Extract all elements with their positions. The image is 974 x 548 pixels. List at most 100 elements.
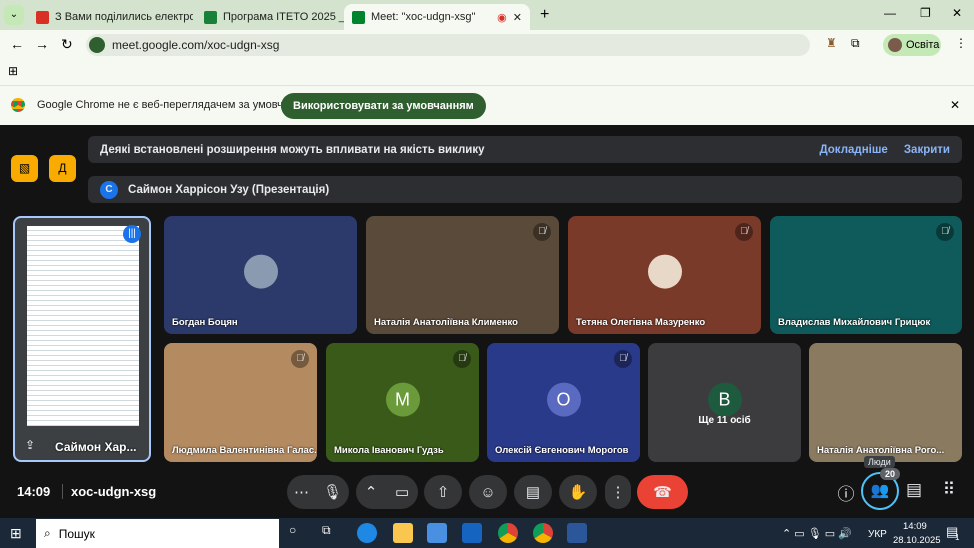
mic-muted-icon: 🎙̸ <box>291 350 309 368</box>
avatar: О <box>546 382 581 417</box>
avatar: М <box>385 382 420 417</box>
presentation-banner[interactable]: С Саймон Харрісон Узу (Презентація) <box>88 176 962 203</box>
participant-name: Богдан Боцян <box>172 317 238 328</box>
tab-sheets[interactable]: Програма ITETO 2025 _драфт -✕ <box>196 4 346 30</box>
tab-meet[interactable]: Meet: "xoc-udgn-xsg" ◉ ✕ <box>344 4 530 30</box>
taskbar-search[interactable]: ⌕ Пошук <box>36 519 279 548</box>
more-participants-label: Ще 11 осіб <box>698 415 751 426</box>
participant-tile[interactable]: Людмила Валентинівна Галас... 🎙̸ <box>164 343 317 462</box>
participant-name: Микола Іванович Гудзь <box>334 445 444 456</box>
participant-name: Людмила Валентинівна Галас... <box>172 445 317 456</box>
chevron-up-icon: ⌃ <box>364 484 378 501</box>
close-icon[interactable]: ✕ <box>513 11 522 24</box>
mic-muted-icon: 🎙̸ <box>735 223 753 241</box>
site-info-icon[interactable] <box>89 37 105 53</box>
avatar <box>243 254 278 289</box>
participant-tile[interactable]: В Ще 11 осіб <box>648 343 801 462</box>
info-icon[interactable]: ⓘ <box>834 480 858 505</box>
system-tray-icons[interactable]: ⌃ ▭ 🎙 ▭ 🔊 <box>782 527 852 540</box>
emoji-icon: ☺ <box>480 483 496 501</box>
store-icon[interactable] <box>427 523 447 543</box>
end-call-icon: ☎ <box>653 484 672 501</box>
captions-button[interactable]: ▤ <box>514 475 552 509</box>
address-bar[interactable]: meet.google.com/xoc-udgn-xsg <box>86 34 810 56</box>
side-button-2[interactable]: Д <box>49 155 76 182</box>
captions-icon: ▤ <box>525 484 541 501</box>
minimize-button[interactable]: — <box>884 6 896 20</box>
activities-grid-icon[interactable]: ⠿ <box>937 480 961 500</box>
participant-name: Наталія Анатоліївна Клименко <box>374 317 518 328</box>
edge-icon[interactable] <box>357 523 377 543</box>
tab-search-button[interactable]: ⌄ <box>4 5 24 25</box>
learn-more-link[interactable]: Докладніше <box>819 144 887 156</box>
extension-icon[interactable]: ♜ <box>826 36 837 50</box>
start-icon[interactable]: ⊞ <box>10 525 22 542</box>
participant-name: Олексій Євгенович Морогов <box>495 445 629 456</box>
presentation-tile[interactable]: ||| Саймон Хар... ⇪ <box>13 216 151 462</box>
new-tab-button[interactable]: + <box>540 6 549 24</box>
gmail-icon <box>36 10 49 24</box>
file-explorer-icon[interactable] <box>393 523 413 543</box>
reload-icon[interactable]: ↻ <box>61 36 73 53</box>
leave-call-button[interactable]: ☎ <box>637 475 688 509</box>
people-icon: 👥 <box>870 482 890 499</box>
mail-icon[interactable] <box>462 523 482 543</box>
back-icon[interactable]: ← <box>10 36 24 52</box>
emoji-button[interactable]: ☺ <box>469 475 507 509</box>
audio-options-button[interactable]: ⋯ 🎙 <box>287 475 349 509</box>
participant-tile[interactable]: Наталія Анатоліївна Рого... <box>809 343 962 462</box>
pin-icon[interactable]: ⇪ <box>25 438 35 452</box>
meet-icon <box>352 10 365 24</box>
participant-tile[interactable]: Тетяна Олегівна Мазуренко 🎙̸ <box>568 216 761 334</box>
search-icon: ⌕ <box>44 526 51 540</box>
apps-grid-icon[interactable]: ⊞ <box>8 64 18 78</box>
close-infobar-icon[interactable]: ✕ <box>950 98 960 112</box>
avatar: С <box>100 180 118 199</box>
avatar: В <box>707 382 742 417</box>
participant-tile[interactable]: Богдан Боцян <box>164 216 357 334</box>
participant-tile[interactable]: О Олексій Євгенович Морогов 🎙̸ <box>487 343 640 462</box>
participant-tile[interactable]: Наталія Анатоліївна Клименко 🎙̸ <box>366 216 559 334</box>
extensions-warning-banner: Деякі встановлені розширення можуть впли… <box>88 136 962 163</box>
sheets-icon <box>204 10 217 24</box>
menu-icon[interactable]: ⋮ <box>955 36 967 50</box>
widgets-icon[interactable]: ⧉ <box>322 523 342 543</box>
more-options-button[interactable]: ⋮ <box>605 475 631 509</box>
mic-muted-icon: 🎙̸ <box>936 223 954 241</box>
profile-button[interactable]: Освіта <box>883 34 941 56</box>
recording-icon: ◉ <box>497 11 507 24</box>
tab-gmail[interactable]: З Вами поділились електронн✕ <box>28 4 193 30</box>
notification-count: 1 <box>955 533 960 542</box>
side-button-1[interactable]: ▧ <box>11 155 38 182</box>
tab-bar: ⌄ З Вами поділились електронн✕ Програма … <box>0 0 974 30</box>
forward-icon[interactable]: → <box>35 36 49 52</box>
mic-icon: 🎙 <box>322 484 342 501</box>
task-view-icon[interactable]: ○ <box>289 523 309 543</box>
close-banner-link[interactable]: Закрити <box>904 144 950 156</box>
hand-icon: ✋ <box>568 484 588 501</box>
maximize-button[interactable]: ❐ <box>920 6 931 20</box>
mic-muted-icon: 🎙̸ <box>453 350 471 368</box>
more-vert-icon: ⋮ <box>610 484 626 501</box>
participant-tile[interactable]: М Микола Іванович Гудзь 🎙̸ <box>326 343 479 462</box>
chrome-logo-icon <box>11 98 25 112</box>
present-icon: ⇧ <box>436 484 450 501</box>
close-window-button[interactable]: ✕ <box>952 6 962 20</box>
chrome-icon[interactable] <box>498 523 518 543</box>
more-icon: ⋯ <box>293 484 309 501</box>
participant-name: Наталія Анатоліївна Рого... <box>817 445 945 456</box>
participant-name: Владислав Михайлович Грицюк <box>778 317 931 328</box>
chat-icon[interactable]: ▤ <box>902 480 926 500</box>
extensions-puzzle-icon[interactable]: ⧉ <box>851 36 860 51</box>
speaking-icon: ||| <box>123 225 141 243</box>
chrome-icon-2[interactable] <box>533 523 553 543</box>
raise-hand-button[interactable]: ✋ <box>559 475 597 509</box>
people-tooltip: Люди <box>864 456 895 468</box>
set-default-button[interactable]: Використовувати за умовчанням <box>281 93 486 119</box>
avatar <box>888 38 902 52</box>
participant-tile[interactable]: Владислав Михайлович Грицюк 🎙̸ <box>770 216 962 334</box>
word-icon[interactable] <box>567 523 587 543</box>
video-options-button[interactable]: ⌃ ▭ <box>356 475 418 509</box>
present-button[interactable]: ⇧ <box>424 475 462 509</box>
mic-muted-icon: 🎙̸ <box>614 350 632 368</box>
